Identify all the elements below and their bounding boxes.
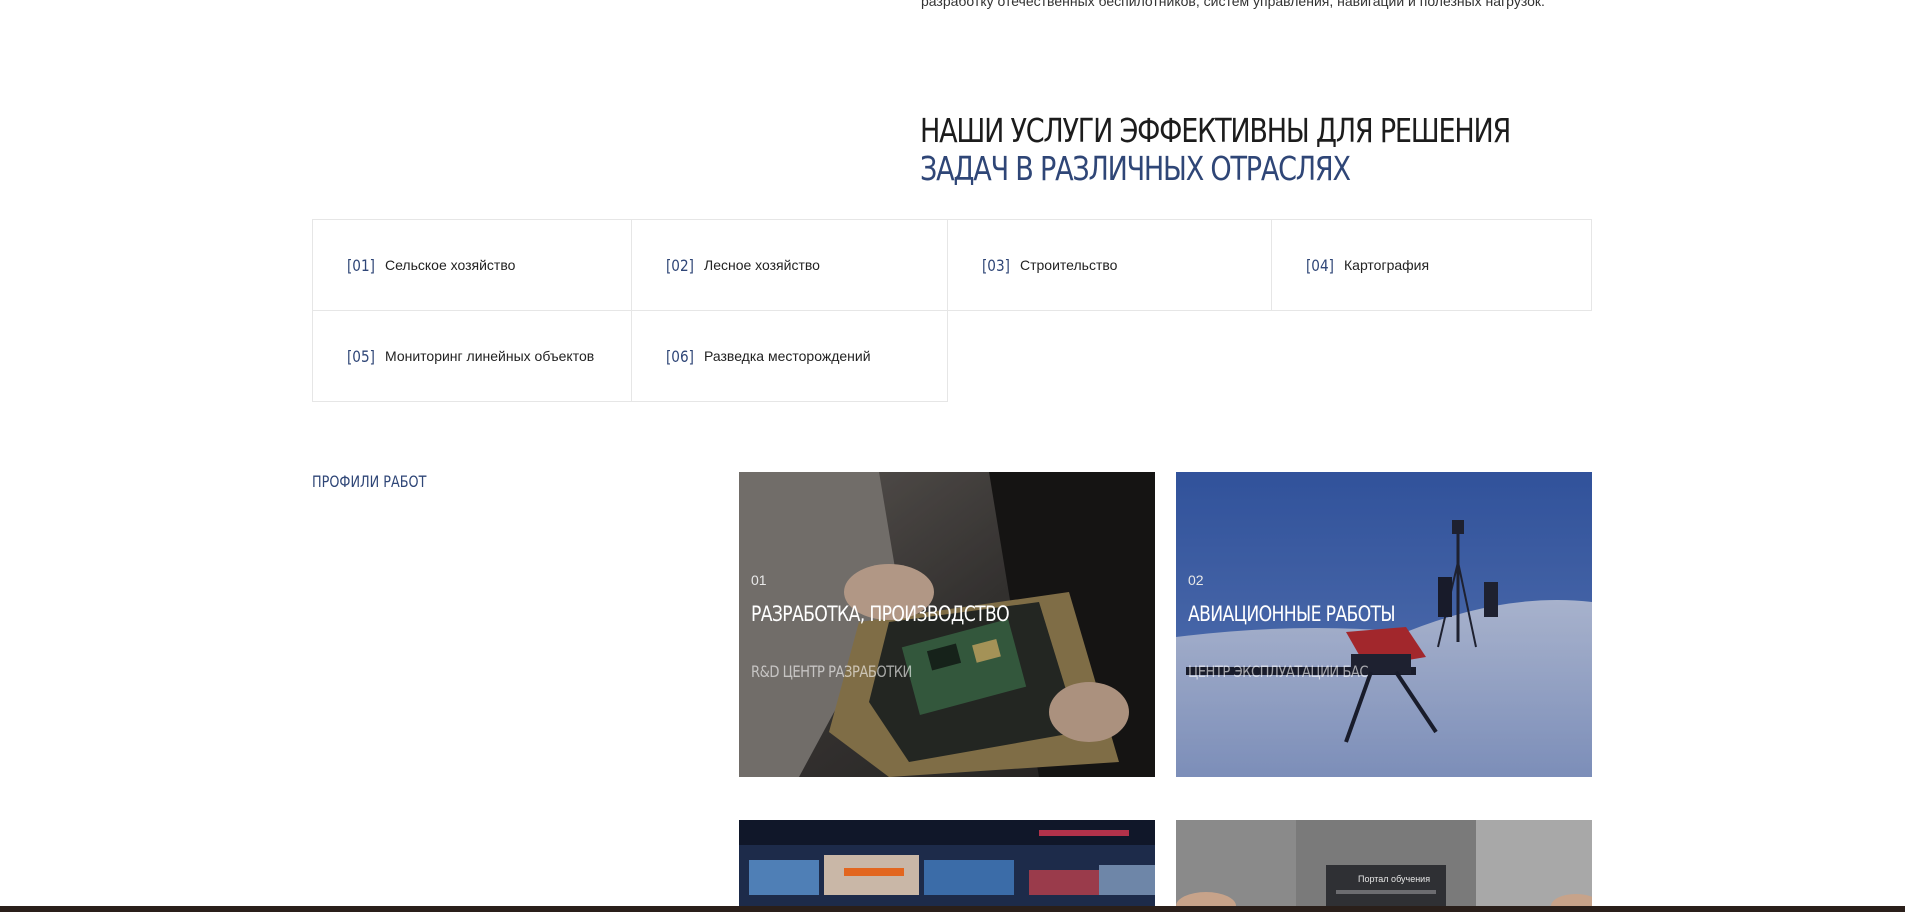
industry-label: Лесное хозяйство — [704, 257, 820, 273]
card-title: АВИАЦИОННЫЕ РАБОТЫ — [1188, 602, 1396, 626]
bottom-bar — [0, 906, 1905, 912]
industry-item-construction[interactable]: [03] Строительство — [947, 219, 1272, 311]
profile-card-control-center[interactable] — [739, 820, 1155, 906]
industry-item-deposit-exploration[interactable]: [06] Разведка месторождений — [631, 310, 948, 402]
section-heading: НАШИ УСЛУГИ ЭФФЕКТИВНЫ ДЛЯ РЕШЕНИЯ ЗАДАЧ… — [920, 111, 1511, 188]
control-room-photo — [739, 820, 1155, 906]
industry-number: [06] — [666, 346, 694, 366]
industry-item-agriculture[interactable]: [01] Сельское хозяйство — [312, 219, 632, 311]
profile-card-training[interactable]: Портал обучения — [1176, 820, 1592, 906]
industry-item-forestry[interactable]: [02] Лесное хозяйство — [631, 219, 948, 311]
industry-item-linear-monitoring[interactable]: [05] Мониторинг линейных объектов — [312, 310, 632, 402]
industry-number: [04] — [1306, 255, 1334, 275]
card-number: 02 — [1188, 572, 1204, 588]
profile-card-development[interactable]: 01 РАЗРАБОТКА, ПРОИЗВОДСТВО R&D ЦЕНТР РА… — [739, 472, 1155, 777]
card-subtitle: R&D ЦЕНТР РАЗРАБОТКИ — [751, 662, 912, 681]
industry-number: [01] — [347, 255, 375, 275]
training-room-photo — [1176, 820, 1592, 906]
industry-item-cartography[interactable]: [04] Картография — [1271, 219, 1592, 311]
card-title: РАЗРАБОТКА, ПРОИЗВОДСТВО — [751, 602, 1010, 626]
intro-text: разработку отечественных беспилотников, … — [921, 0, 1545, 9]
card-number: 01 — [751, 572, 767, 588]
industry-number: [05] — [347, 346, 375, 366]
industry-number: [02] — [666, 255, 694, 275]
industry-label: Разведка месторождений — [704, 348, 871, 364]
heading-line-2: ЗАДАЧ В РАЗЛИЧНЫХ ОТРАСЛЯХ — [920, 149, 1351, 188]
screen-text: Портал обучения — [1358, 874, 1431, 884]
industry-label: Сельское хозяйство — [385, 257, 516, 273]
profile-card-aviation[interactable]: 02 АВИАЦИОННЫЕ РАБОТЫ ЦЕНТР ЭКСПЛУАТАЦИИ… — [1176, 472, 1592, 777]
card-subtitle: ЦЕНТР ЭКСПЛУАТАЦИИ БАС — [1188, 662, 1369, 681]
heading-line-1: НАШИ УСЛУГИ ЭФФЕКТИВНЫ ДЛЯ РЕШЕНИЯ — [920, 111, 1511, 150]
industry-label: Строительство — [1020, 257, 1118, 273]
industry-label: Мониторинг линейных объектов — [385, 348, 595, 364]
page: разработку отечественных беспилотников, … — [0, 0, 1905, 912]
industry-number: [03] — [982, 255, 1010, 275]
profiles-label: ПРОФИЛИ РАБОТ — [312, 472, 427, 491]
industry-label: Картография — [1344, 257, 1430, 273]
industries-grid: [01] Сельское хозяйство [02] Лесное хозя… — [312, 219, 1592, 402]
